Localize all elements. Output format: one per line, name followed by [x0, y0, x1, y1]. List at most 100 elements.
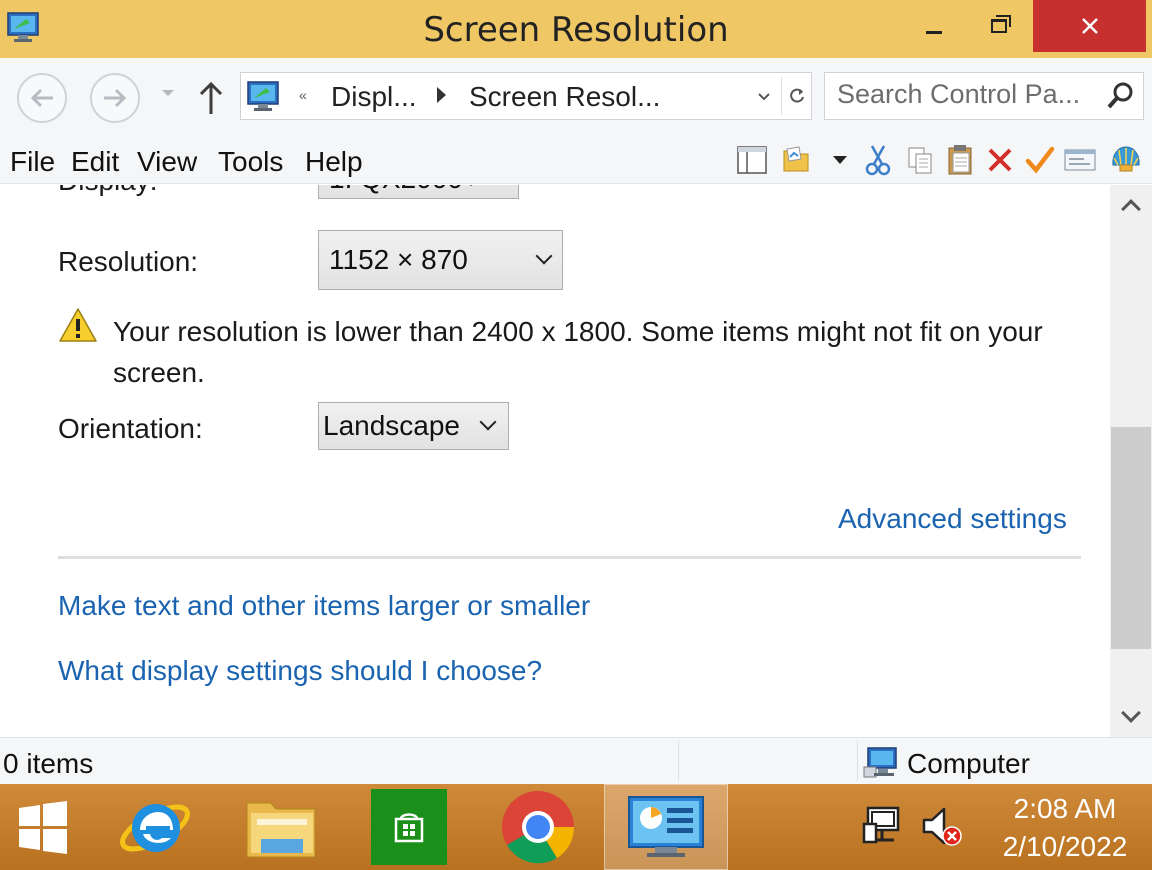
refresh-icon — [789, 88, 804, 103]
file-explorer-icon — [246, 802, 316, 858]
control-panel-icon — [628, 796, 704, 857]
taskbar-file-explorer[interactable] — [240, 784, 324, 870]
delete-icon — [988, 148, 1012, 172]
restore-button[interactable] — [972, 0, 1026, 52]
paste-icon — [948, 145, 972, 175]
folder-icon — [783, 146, 809, 172]
menu-view[interactable]: View — [137, 146, 197, 178]
shell-button[interactable] — [1110, 144, 1142, 176]
breadcrumb-overflow[interactable]: « — [299, 87, 307, 103]
display-help-link[interactable]: What display settings should I choose? — [58, 655, 542, 687]
cut-button[interactable] — [862, 144, 894, 176]
minimize-button[interactable] — [908, 0, 960, 52]
taskbar-internet-explorer[interactable] — [112, 784, 198, 870]
restore-icon — [991, 15, 1011, 33]
up-arrow-icon[interactable] — [198, 80, 224, 116]
menu-bar: File Edit View Tools Help — [0, 138, 1152, 184]
orientation-label: Orientation: — [58, 413, 203, 444]
system-clock[interactable]: 2:08 AM 2/10/2022 — [990, 790, 1140, 866]
clock-time: 2:08 AM — [1013, 793, 1117, 824]
close-icon — [1081, 18, 1098, 34]
scroll-down-button[interactable] — [1110, 697, 1152, 737]
store-tile — [371, 789, 447, 865]
network-icon[interactable] — [862, 804, 906, 848]
layout-pane-icon — [737, 146, 767, 174]
menu-help[interactable]: Help — [305, 146, 363, 178]
folder-button[interactable] — [780, 144, 812, 176]
status-separator — [857, 741, 858, 781]
back-button[interactable] — [17, 73, 67, 123]
volume-muted-icon[interactable] — [918, 804, 962, 848]
paste-button[interactable] — [944, 144, 976, 176]
dropdown-arrow-icon — [833, 156, 847, 164]
forward-button[interactable] — [90, 73, 140, 123]
resolution-select-value: 1152 × 870 — [329, 244, 468, 275]
copy-icon — [908, 147, 932, 174]
breadcrumb-separator-icon[interactable] — [437, 87, 446, 103]
internet-explorer-icon — [120, 804, 190, 852]
back-arrow-icon — [30, 88, 53, 108]
layout-pane-button[interactable] — [736, 144, 768, 176]
taskbar-chrome[interactable] — [496, 784, 580, 870]
warning-icon — [59, 308, 97, 342]
breadcrumb-screen-resolution[interactable]: Screen Resol... — [469, 81, 660, 113]
location-label: Computer — [907, 748, 1030, 779]
cut-icon — [865, 145, 891, 176]
orientation-select-value: Landscape — [323, 410, 461, 441]
advanced-settings-link[interactable]: Advanced settings — [838, 503, 1067, 535]
breadcrumb-display[interactable]: Displ... — [331, 81, 417, 113]
start-button[interactable] — [10, 784, 76, 870]
status-bar: 0 items Computer — [0, 737, 1152, 784]
chevron-down-icon — [1121, 703, 1141, 723]
navigation-bar: « Displ... Screen Resol... — [0, 58, 1152, 138]
vertical-scrollbar[interactable] — [1110, 185, 1152, 737]
resolution-select[interactable]: 1152 × 870 — [318, 230, 563, 290]
check-button[interactable] — [1024, 144, 1056, 176]
address-bar[interactable]: « Displ... Screen Resol... — [240, 72, 812, 120]
recent-locations-dropdown-icon[interactable] — [160, 88, 176, 98]
search-icon[interactable] — [1105, 81, 1135, 111]
properties-icon — [1064, 149, 1096, 171]
divider — [58, 556, 1081, 559]
display-location-icon — [247, 81, 279, 111]
address-dropdown-icon[interactable] — [757, 92, 771, 102]
display-label: Display: — [58, 185, 158, 197]
item-count: 0 items — [3, 748, 94, 779]
display-select[interactable]: 1. QX2000+ — [318, 185, 519, 199]
main-content: Display: 1. QX2000+ Resolution: 1152 × 8… — [0, 185, 1110, 737]
start-icon — [19, 801, 67, 854]
scrollbar-thumb[interactable] — [1111, 427, 1151, 649]
taskbar-store[interactable] — [370, 784, 448, 870]
refresh-button[interactable] — [781, 77, 811, 115]
taskbar-control-panel[interactable] — [604, 784, 728, 870]
chrome-icon — [502, 791, 575, 864]
properties-button[interactable] — [1064, 144, 1096, 176]
delete-button[interactable] — [984, 144, 1016, 176]
orientation-select[interactable]: Landscape — [318, 402, 509, 450]
computer-icon — [863, 747, 897, 778]
display-select-value: 1. QX2000+ — [329, 185, 479, 195]
menu-file[interactable]: File — [10, 146, 55, 178]
status-separator — [678, 741, 679, 781]
chevron-up-icon — [1121, 199, 1141, 219]
text-size-link[interactable]: Make text and other items larger or smal… — [58, 590, 590, 622]
scroll-up-button[interactable] — [1110, 185, 1152, 225]
shell-icon — [1112, 146, 1140, 172]
close-button[interactable] — [1033, 0, 1146, 52]
resolution-label: Resolution: — [58, 246, 199, 277]
check-icon — [1025, 146, 1055, 174]
forward-arrow-icon — [104, 88, 127, 108]
search-box[interactable] — [824, 72, 1144, 120]
menu-tools[interactable]: Tools — [218, 146, 283, 178]
taskbar: 2:08 AM 2/10/2022 — [0, 784, 1152, 870]
title-bar: Screen Resolution — [0, 0, 1152, 58]
resolution-warning: Your resolution is lower than 2400 x 180… — [113, 316, 1043, 388]
toolbar-dropdown-button[interactable] — [824, 144, 856, 176]
store-icon — [394, 813, 424, 843]
chevron-down-icon — [479, 413, 497, 431]
minimize-icon — [926, 30, 942, 34]
search-input[interactable] — [837, 79, 1097, 110]
clock-date: 2/10/2022 — [1002, 831, 1128, 862]
menu-edit[interactable]: Edit — [71, 146, 119, 178]
copy-button[interactable] — [904, 144, 936, 176]
